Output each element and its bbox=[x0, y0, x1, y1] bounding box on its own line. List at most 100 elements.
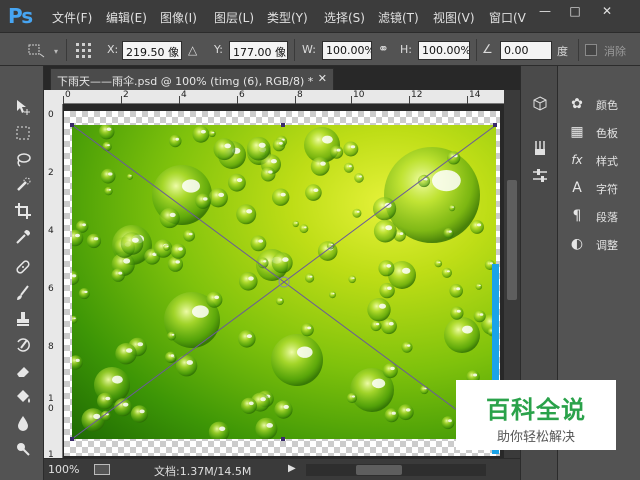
droplet-highlight bbox=[304, 226, 307, 229]
menu-edit[interactable]: 编辑(E) bbox=[106, 9, 147, 26]
droplet-highlight bbox=[112, 375, 123, 384]
water-droplet bbox=[126, 173, 133, 180]
photoshop-logo: Ps bbox=[8, 4, 33, 28]
droplet-highlight bbox=[105, 396, 111, 401]
water-droplet bbox=[434, 259, 443, 268]
dodge-tool-icon[interactable] bbox=[10, 438, 36, 460]
vertical-ruler[interactable]: 0 2 4 6 8 1 0 1 2 bbox=[44, 104, 63, 470]
crop-tool-icon[interactable] bbox=[10, 200, 36, 222]
droplet-highlight bbox=[171, 333, 175, 336]
blur-tool-icon[interactable] bbox=[10, 412, 36, 434]
document-area: 下雨天——雨伞.psd @ 100% (timg (6), RGB/8) * ✕… bbox=[44, 66, 520, 480]
x-field[interactable]: 219.50 像 bbox=[122, 41, 182, 60]
3d-cube-icon[interactable] bbox=[530, 94, 550, 114]
water-droplet bbox=[192, 125, 210, 143]
droplet-highlight bbox=[246, 209, 253, 214]
maximize-button[interactable]: □ bbox=[560, 0, 590, 22]
water-droplet bbox=[299, 224, 309, 234]
zoom-level[interactable]: 100% bbox=[48, 463, 79, 476]
eyedropper-tool-icon[interactable] bbox=[10, 226, 36, 248]
close-window-button[interactable]: ✕ bbox=[592, 0, 622, 22]
menu-layer[interactable]: 图层(L) bbox=[214, 9, 254, 26]
document-tab[interactable]: 下雨天——雨伞.psd @ 100% (timg (6), RGB/8) * ✕ bbox=[50, 68, 334, 90]
brush-presets-icon[interactable] bbox=[530, 138, 550, 158]
transform-handle[interactable] bbox=[70, 123, 74, 127]
horizontal-scroll-thumb[interactable] bbox=[356, 465, 402, 475]
tool-presets-icon[interactable] bbox=[530, 166, 550, 186]
droplet-highlight bbox=[295, 222, 298, 224]
droplet-highlight bbox=[200, 129, 206, 134]
history-brush-tool-icon[interactable] bbox=[10, 334, 36, 356]
clone-stamp-tool-icon[interactable] bbox=[10, 308, 36, 330]
droplet-highlight bbox=[108, 188, 112, 191]
menu-select[interactable]: 选择(S) bbox=[324, 9, 365, 26]
water-droplet bbox=[175, 355, 198, 377]
water-droplet bbox=[208, 188, 228, 208]
droplet-highlight bbox=[391, 411, 396, 415]
water-droplet bbox=[271, 334, 323, 386]
transform-handle[interactable] bbox=[281, 437, 285, 441]
angle-field[interactable]: 0.00 bbox=[500, 41, 552, 60]
panel-character[interactable]: A 字符 bbox=[558, 174, 640, 202]
water-droplet bbox=[354, 173, 364, 183]
horizontal-ruler[interactable]: 0 2 4 6 8 10 12 14 bbox=[63, 90, 504, 104]
status-menu-arrow-icon[interactable]: ▶ bbox=[288, 463, 296, 474]
antialias-checkbox[interactable] bbox=[585, 44, 597, 56]
panel-color[interactable]: ✿ 颜色 bbox=[558, 90, 640, 118]
height-field[interactable]: 100.00% bbox=[418, 41, 470, 60]
transform-handle[interactable] bbox=[281, 123, 285, 127]
droplet-highlight bbox=[73, 317, 76, 320]
droplet-highlight bbox=[132, 237, 139, 243]
marquee-tool-icon[interactable] bbox=[10, 122, 36, 144]
chevron-down-icon[interactable]: ▾ bbox=[54, 47, 58, 56]
palette-icon: ✿ bbox=[571, 96, 583, 112]
water-droplet bbox=[343, 162, 354, 173]
brush-tool-icon[interactable] bbox=[10, 282, 36, 304]
menu-filter[interactable]: 滤镜(T) bbox=[378, 9, 419, 26]
ruler-label: 6 bbox=[239, 90, 245, 100]
lasso-tool-icon[interactable] bbox=[10, 148, 36, 170]
vertical-scroll-thumb[interactable] bbox=[507, 180, 517, 300]
delta-icon[interactable]: △ bbox=[188, 43, 197, 57]
y-field[interactable]: 177.00 像 bbox=[229, 41, 288, 60]
menu-file[interactable]: 文件(F) bbox=[52, 9, 92, 26]
quick-selection-tool-icon[interactable] bbox=[10, 174, 36, 196]
panel-swatches[interactable]: ▦ 色板 bbox=[558, 118, 640, 146]
width-field[interactable]: 100.00% bbox=[322, 41, 372, 60]
droplet-highlight bbox=[118, 271, 123, 275]
water-droplet bbox=[72, 355, 83, 370]
transform-tool-icon[interactable] bbox=[26, 42, 46, 58]
menu-image[interactable]: 图像(I) bbox=[160, 9, 197, 26]
menu-type[interactable]: 类型(Y) bbox=[267, 9, 308, 26]
paint-bucket-tool-icon[interactable] bbox=[10, 386, 36, 408]
droplet-highlight bbox=[313, 188, 319, 192]
water-droplet bbox=[275, 297, 284, 306]
move-tool-icon[interactable] bbox=[10, 96, 36, 118]
link-icon[interactable]: ⚭ bbox=[378, 42, 389, 57]
proof-icon[interactable] bbox=[94, 464, 110, 475]
minimize-button[interactable]: — bbox=[530, 0, 560, 22]
transform-handle[interactable] bbox=[493, 123, 497, 127]
tools-panel bbox=[0, 66, 44, 480]
water-droplet bbox=[272, 188, 290, 206]
droplet-highlight bbox=[93, 413, 101, 419]
water-droplet bbox=[348, 275, 357, 284]
panel-adjustments[interactable]: ◐ 调整 bbox=[558, 230, 640, 258]
eraser-tool-icon[interactable] bbox=[10, 360, 36, 382]
water-droplets-image[interactable] bbox=[72, 125, 496, 439]
transform-handle[interactable] bbox=[70, 437, 74, 441]
horizontal-scrollbar[interactable] bbox=[306, 464, 486, 476]
droplet-highlight bbox=[372, 378, 386, 389]
reference-point-icon[interactable] bbox=[74, 41, 94, 59]
droplet-highlight bbox=[203, 197, 208, 201]
panel-label: 色板 bbox=[596, 127, 618, 140]
droplet-highlight bbox=[456, 287, 461, 291]
water-droplet bbox=[384, 147, 480, 243]
menu-window[interactable]: 窗口(V bbox=[489, 9, 526, 26]
water-droplet bbox=[104, 186, 113, 196]
panel-styles[interactable]: fx 样式 bbox=[558, 146, 640, 174]
close-tab-icon[interactable]: ✕ bbox=[318, 72, 327, 85]
panel-paragraph[interactable]: ¶ 段落 bbox=[558, 202, 640, 230]
menu-view[interactable]: 视图(V) bbox=[433, 9, 475, 26]
healing-brush-tool-icon[interactable] bbox=[10, 256, 36, 278]
